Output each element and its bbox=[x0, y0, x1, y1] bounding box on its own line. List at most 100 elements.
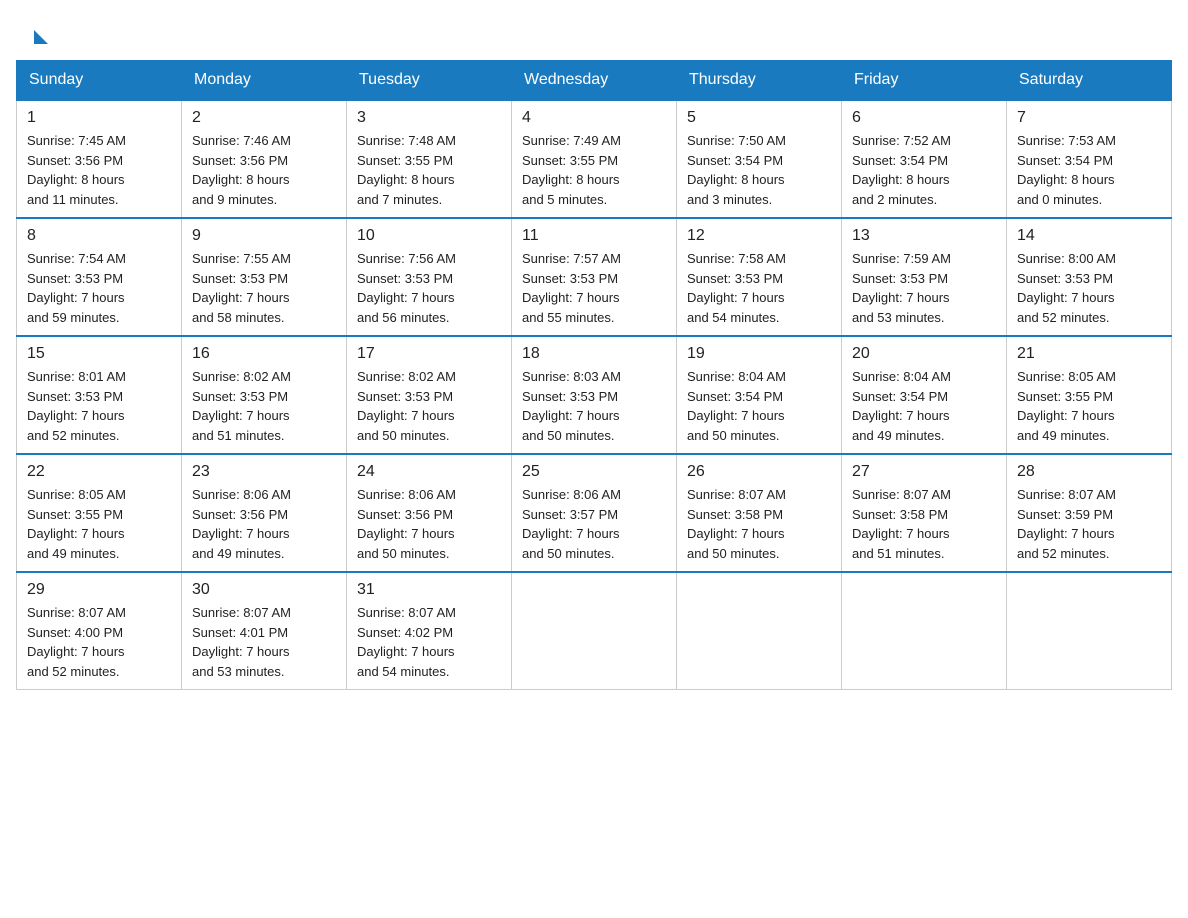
calendar-cell: 29Sunrise: 8:07 AMSunset: 4:00 PMDayligh… bbox=[17, 572, 182, 690]
day-number: 30 bbox=[192, 581, 336, 599]
calendar-cell: 16 Sunrise: 8:02 AMSunset: 3:53 PMDayligh… bbox=[182, 336, 347, 454]
calendar-cell: 10 Sunrise: 7:56 AMSunset: 3:53 PMDayligh… bbox=[347, 218, 512, 336]
day-number: 20 bbox=[852, 345, 996, 363]
day-number: 25 bbox=[522, 463, 666, 481]
logo bbox=[32, 24, 48, 44]
day-number: 7 bbox=[1017, 109, 1161, 127]
day-info: Sunrise: 8:06 AMSunset: 3:56 PMDaylight:… bbox=[192, 485, 336, 563]
day-info: Sunrise: 8:01 AMSunset: 3:53 PMDaylight:… bbox=[27, 367, 171, 445]
day-info: Sunrise: 8:04 AMSunset: 3:54 PMDaylight:… bbox=[852, 367, 996, 445]
calendar-cell: 21 Sunrise: 8:05 AMSunset: 3:55 PMDayligh… bbox=[1007, 336, 1172, 454]
weekday-header-friday: Friday bbox=[842, 61, 1007, 101]
day-number: 4 bbox=[522, 109, 666, 127]
day-number: 18 bbox=[522, 345, 666, 363]
calendar-cell: 14 Sunrise: 8:00 AMSunset: 3:53 PMDayligh… bbox=[1007, 218, 1172, 336]
day-info: Sunrise: 7:50 AMSunset: 3:54 PMDaylight:… bbox=[687, 131, 831, 209]
day-info: Sunrise: 7:59 AMSunset: 3:53 PMDaylight:… bbox=[852, 249, 996, 327]
calendar-cell: 22 Sunrise: 8:05 AMSunset: 3:55 PMDayligh… bbox=[17, 454, 182, 572]
day-number: 27 bbox=[852, 463, 996, 481]
calendar-cell: 4 Sunrise: 7:49 AMSunset: 3:55 PMDaylight… bbox=[512, 100, 677, 218]
calendar-cell: 12 Sunrise: 7:58 AMSunset: 3:53 PMDayligh… bbox=[677, 218, 842, 336]
weekday-header-thursday: Thursday bbox=[677, 61, 842, 101]
day-info: Sunrise: 8:06 AMSunset: 3:56 PMDaylight:… bbox=[357, 485, 501, 563]
day-number: 11 bbox=[522, 227, 666, 245]
day-info: Sunrise: 8:07 AMSunset: 4:02 PMDaylight:… bbox=[357, 603, 501, 681]
day-info: Sunrise: 8:07 AMSunset: 3:58 PMDaylight:… bbox=[687, 485, 831, 563]
day-number: 22 bbox=[27, 463, 171, 481]
day-number: 31 bbox=[357, 581, 501, 599]
day-number: 5 bbox=[687, 109, 831, 127]
day-info: Sunrise: 8:07 AMSunset: 4:01 PMDaylight:… bbox=[192, 603, 336, 681]
day-number: 19 bbox=[687, 345, 831, 363]
day-number: 24 bbox=[357, 463, 501, 481]
calendar-cell: 20 Sunrise: 8:04 AMSunset: 3:54 PMDayligh… bbox=[842, 336, 1007, 454]
calendar-cell bbox=[1007, 572, 1172, 690]
calendar-cell: 11 Sunrise: 7:57 AMSunset: 3:53 PMDayligh… bbox=[512, 218, 677, 336]
day-info: Sunrise: 8:06 AMSunset: 3:57 PMDaylight:… bbox=[522, 485, 666, 563]
logo-triangle-icon bbox=[34, 30, 48, 44]
calendar-cell: 9 Sunrise: 7:55 AMSunset: 3:53 PMDaylight… bbox=[182, 218, 347, 336]
day-info: Sunrise: 7:58 AMSunset: 3:53 PMDaylight:… bbox=[687, 249, 831, 327]
weekday-header-tuesday: Tuesday bbox=[347, 61, 512, 101]
calendar-cell: 27 Sunrise: 8:07 AMSunset: 3:58 PMDayligh… bbox=[842, 454, 1007, 572]
day-number: 12 bbox=[687, 227, 831, 245]
day-info: Sunrise: 8:07 AMSunset: 3:58 PMDaylight:… bbox=[852, 485, 996, 563]
day-number: 28 bbox=[1017, 463, 1161, 481]
calendar-cell: 2Sunrise: 7:46 AMSunset: 3:56 PMDaylight… bbox=[182, 100, 347, 218]
calendar-cell: 6 Sunrise: 7:52 AMSunset: 3:54 PMDaylight… bbox=[842, 100, 1007, 218]
day-info: Sunrise: 7:46 AMSunset: 3:56 PMDaylight:… bbox=[192, 131, 336, 209]
day-number: 21 bbox=[1017, 345, 1161, 363]
calendar-table: SundayMondayTuesdayWednesdayThursdayFrid… bbox=[16, 60, 1172, 690]
day-number: 9 bbox=[192, 227, 336, 245]
day-number: 15 bbox=[27, 345, 171, 363]
day-number: 10 bbox=[357, 227, 501, 245]
calendar-cell bbox=[677, 572, 842, 690]
calendar-cell: 3 Sunrise: 7:48 AMSunset: 3:55 PMDaylight… bbox=[347, 100, 512, 218]
calendar-cell: 25 Sunrise: 8:06 AMSunset: 3:57 PMDayligh… bbox=[512, 454, 677, 572]
day-info: Sunrise: 7:52 AMSunset: 3:54 PMDaylight:… bbox=[852, 131, 996, 209]
calendar-cell: 15 Sunrise: 8:01 AMSunset: 3:53 PMDayligh… bbox=[17, 336, 182, 454]
day-info: Sunrise: 7:49 AMSunset: 3:55 PMDaylight:… bbox=[522, 131, 666, 209]
calendar-cell: 26 Sunrise: 8:07 AMSunset: 3:58 PMDayligh… bbox=[677, 454, 842, 572]
day-number: 29 bbox=[27, 581, 171, 599]
calendar-cell: 13Sunrise: 7:59 AMSunset: 3:53 PMDayligh… bbox=[842, 218, 1007, 336]
weekday-header-monday: Monday bbox=[182, 61, 347, 101]
calendar-cell: 30 Sunrise: 8:07 AMSunset: 4:01 PMDayligh… bbox=[182, 572, 347, 690]
calendar-cell: 7Sunrise: 7:53 AMSunset: 3:54 PMDaylight… bbox=[1007, 100, 1172, 218]
calendar-cell: 18 Sunrise: 8:03 AMSunset: 3:53 PMDayligh… bbox=[512, 336, 677, 454]
day-number: 16 bbox=[192, 345, 336, 363]
day-info: Sunrise: 8:03 AMSunset: 3:53 PMDaylight:… bbox=[522, 367, 666, 445]
weekday-header-saturday: Saturday bbox=[1007, 61, 1172, 101]
day-number: 8 bbox=[27, 227, 171, 245]
day-info: Sunrise: 7:54 AMSunset: 3:53 PMDaylight:… bbox=[27, 249, 171, 327]
day-info: Sunrise: 7:55 AMSunset: 3:53 PMDaylight:… bbox=[192, 249, 336, 327]
day-info: Sunrise: 7:45 AMSunset: 3:56 PMDaylight:… bbox=[27, 131, 171, 209]
day-info: Sunrise: 8:05 AMSunset: 3:55 PMDaylight:… bbox=[1017, 367, 1161, 445]
day-info: Sunrise: 8:05 AMSunset: 3:55 PMDaylight:… bbox=[27, 485, 171, 563]
day-info: Sunrise: 8:02 AMSunset: 3:53 PMDaylight:… bbox=[357, 367, 501, 445]
calendar-cell: 1 Sunrise: 7:45 AMSunset: 3:56 PMDaylight… bbox=[17, 100, 182, 218]
day-info: Sunrise: 8:04 AMSunset: 3:54 PMDaylight:… bbox=[687, 367, 831, 445]
day-number: 14 bbox=[1017, 227, 1161, 245]
day-number: 6 bbox=[852, 109, 996, 127]
calendar-cell bbox=[842, 572, 1007, 690]
weekday-header-sunday: Sunday bbox=[17, 61, 182, 101]
calendar-cell: 31 Sunrise: 8:07 AMSunset: 4:02 PMDayligh… bbox=[347, 572, 512, 690]
day-info: Sunrise: 8:00 AMSunset: 3:53 PMDaylight:… bbox=[1017, 249, 1161, 327]
calendar-cell: 28 Sunrise: 8:07 AMSunset: 3:59 PMDayligh… bbox=[1007, 454, 1172, 572]
day-info: Sunrise: 7:48 AMSunset: 3:55 PMDaylight:… bbox=[357, 131, 501, 209]
calendar-cell: 17 Sunrise: 8:02 AMSunset: 3:53 PMDayligh… bbox=[347, 336, 512, 454]
calendar-cell: 5 Sunrise: 7:50 AMSunset: 3:54 PMDaylight… bbox=[677, 100, 842, 218]
day-number: 1 bbox=[27, 109, 171, 127]
day-number: 3 bbox=[357, 109, 501, 127]
day-info: Sunrise: 7:57 AMSunset: 3:53 PMDaylight:… bbox=[522, 249, 666, 327]
day-info: Sunrise: 8:07 AMSunset: 3:59 PMDaylight:… bbox=[1017, 485, 1161, 563]
day-info: Sunrise: 8:02 AMSunset: 3:53 PMDaylight:… bbox=[192, 367, 336, 445]
page-header bbox=[0, 0, 1188, 60]
weekday-header-wednesday: Wednesday bbox=[512, 61, 677, 101]
day-number: 23 bbox=[192, 463, 336, 481]
day-number: 26 bbox=[687, 463, 831, 481]
day-info: Sunrise: 7:56 AMSunset: 3:53 PMDaylight:… bbox=[357, 249, 501, 327]
day-number: 17 bbox=[357, 345, 501, 363]
calendar-cell: 24 Sunrise: 8:06 AMSunset: 3:56 PMDayligh… bbox=[347, 454, 512, 572]
